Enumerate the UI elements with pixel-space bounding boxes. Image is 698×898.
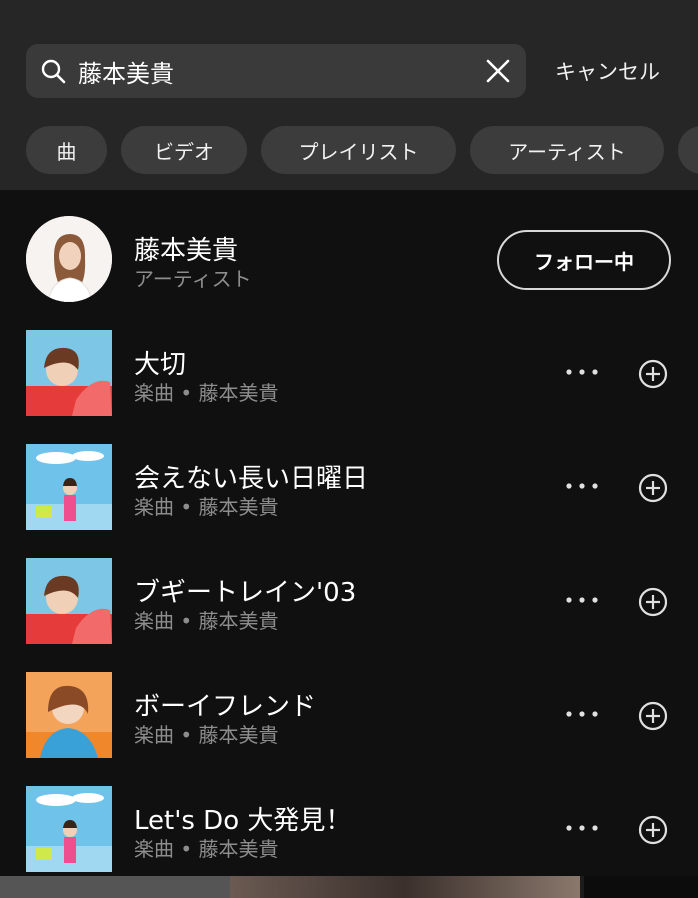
track-row[interactable]: ブギートレイン'03 楽曲 • 藤本美貴 [26,558,672,646]
artist-result[interactable]: 藤本美貴 アーティスト フォロー中 [26,216,672,304]
strip-photo [230,876,580,898]
artist-name: 藤本美貴 [134,236,239,266]
search-header: キャンセル 曲 ビデオ プレイリスト アーティスト [0,0,698,190]
filter-chip-videos[interactable]: ビデオ [121,126,247,174]
track-title: ボーイフレンド [134,692,317,722]
track-row[interactable]: 会えない長い日曜日 楽曲 • 藤本美貴 [26,444,672,532]
add-circle-icon[interactable] [637,472,669,504]
filter-chip-more[interactable] [678,126,698,174]
clear-icon[interactable] [484,57,512,85]
bottom-image-strip [0,876,698,898]
track-subtitle: 楽曲 • 藤本美貴 [134,723,279,747]
more-options-icon[interactable] [564,479,600,493]
more-options-icon[interactable] [564,821,600,835]
add-circle-icon[interactable] [637,586,669,618]
add-circle-icon[interactable] [637,700,669,732]
add-circle-icon[interactable] [637,358,669,390]
search-bar[interactable] [26,44,526,98]
search-input[interactable] [78,44,478,98]
album-cover [26,558,112,644]
track-subtitle: 楽曲 • 藤本美貴 [134,609,279,633]
following-button[interactable]: フォロー中 [497,230,671,290]
strip-left [0,876,230,898]
album-cover [26,330,112,416]
album-cover [26,444,112,530]
more-options-icon[interactable] [564,707,600,721]
filter-chips: 曲 ビデオ プレイリスト アーティスト [26,126,698,174]
filter-chip-songs[interactable]: 曲 [26,126,107,174]
track-title: ブギートレイン'03 [134,578,357,608]
avatar [26,216,112,302]
album-cover [26,672,112,758]
filter-chip-artists[interactable]: アーティスト [470,126,664,174]
album-cover [26,786,112,872]
more-options-icon[interactable] [564,365,600,379]
cancel-button[interactable]: キャンセル [555,56,660,86]
track-title: 大切 [134,350,187,380]
track-subtitle: 楽曲 • 藤本美貴 [134,495,279,519]
more-options-icon[interactable] [564,593,600,607]
artist-type: アーティスト [134,267,252,291]
strip-right [584,876,698,898]
track-row[interactable]: 大切 楽曲 • 藤本美貴 [26,330,672,418]
search-icon [41,59,66,84]
track-row[interactable]: ボーイフレンド 楽曲 • 藤本美貴 [26,672,672,760]
track-row[interactable]: Let's Do 大発見！ 楽曲 • 藤本美貴 [26,786,672,874]
track-subtitle: 楽曲 • 藤本美貴 [134,381,279,405]
track-title: 会えない長い日曜日 [134,464,369,494]
track-subtitle: 楽曲 • 藤本美貴 [134,837,279,861]
add-circle-icon[interactable] [637,814,669,846]
filter-chip-playlists[interactable]: プレイリスト [261,126,456,174]
track-title: Let's Do 大発見！ [134,806,352,836]
